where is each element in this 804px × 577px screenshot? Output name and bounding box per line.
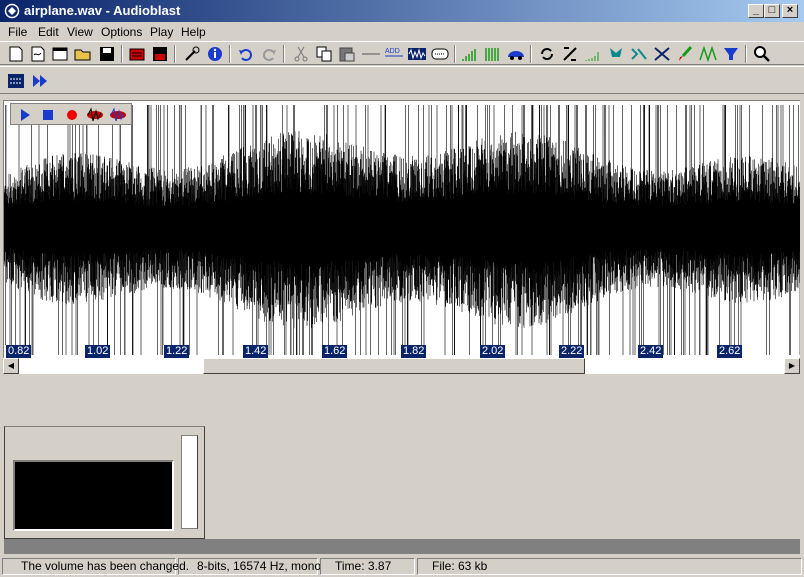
- amplify-icon[interactable]: [483, 44, 503, 64]
- add-icon[interactable]: ADD: [384, 44, 404, 64]
- status-message: The volume has been changed.: [2, 558, 189, 575]
- timeline-label: 2.02: [479, 345, 506, 358]
- minimize-button[interactable]: _: [748, 4, 764, 18]
- folder-open-icon[interactable]: [73, 44, 93, 64]
- copy-icon[interactable]: [314, 44, 334, 64]
- filter-icon[interactable]: [652, 44, 672, 64]
- status-file-size: File: 63 kb: [417, 558, 802, 575]
- fade-out-icon[interactable]: [583, 44, 603, 64]
- transport-controls: [10, 103, 132, 125]
- reverse-icon[interactable]: [560, 44, 580, 64]
- app-icon: [4, 3, 20, 19]
- timeline-label: 1.62: [321, 345, 348, 358]
- timeline-label: 1.42: [242, 345, 269, 358]
- record-left-icon[interactable]: [85, 106, 105, 124]
- scroll-right-button[interactable]: ▶: [784, 358, 800, 374]
- timeline-label: 1.22: [163, 345, 190, 358]
- zigzag-icon[interactable]: [698, 44, 718, 64]
- info-icon[interactable]: [205, 44, 225, 64]
- scroll-left-button[interactable]: ◀: [3, 358, 19, 374]
- window-title: airplane.wav - Audioblast: [24, 3, 181, 18]
- horizontal-scrollbar[interactable]: ◀ ▶: [3, 358, 800, 374]
- echo-icon[interactable]: [629, 44, 649, 64]
- status-time: Time: 3.87: [320, 558, 415, 575]
- timeline-label: 1.02: [84, 345, 111, 358]
- new-window-icon[interactable]: [50, 44, 70, 64]
- maximize-button[interactable]: □: [764, 4, 780, 18]
- menu-options[interactable]: Options: [101, 25, 142, 39]
- record-icon[interactable]: [62, 106, 82, 124]
- line-icon[interactable]: [361, 44, 381, 64]
- mix-icon[interactable]: [430, 44, 450, 64]
- play-icon[interactable]: [15, 106, 35, 124]
- record-right-icon[interactable]: [108, 106, 128, 124]
- scroll-thumb[interactable]: [202, 358, 586, 374]
- svg-text:ADD: ADD: [385, 48, 400, 55]
- toolbar-separator: [174, 45, 176, 63]
- select-all-icon[interactable]: [6, 71, 26, 91]
- status-bar: The volume has been changed. 8-bits, 165…: [0, 556, 804, 577]
- record-file-icon[interactable]: [127, 44, 147, 64]
- volume-slider[interactable]: [181, 435, 198, 529]
- stop-icon[interactable]: [38, 106, 58, 124]
- timeline-label: 2.62: [716, 345, 743, 358]
- main-toolbar: ADD: [0, 41, 804, 65]
- toolbar-separator: [454, 45, 456, 63]
- loop-icon[interactable]: [537, 44, 557, 64]
- fade-in-icon[interactable]: [460, 44, 480, 64]
- timeline-label: 0.82: [5, 345, 32, 358]
- zoom-icon[interactable]: [752, 44, 772, 64]
- tree-icon[interactable]: [606, 44, 626, 64]
- menu-bar: File Edit View Options Play Help: [0, 22, 804, 41]
- timeline-label: 2.42: [637, 345, 664, 358]
- timeline-label: 2.22: [558, 345, 585, 358]
- waveform-trace: [4, 105, 800, 355]
- status-format: 8-bits, 16574 Hz, mono: [178, 558, 321, 575]
- menu-view[interactable]: View: [67, 25, 93, 39]
- funnel-icon[interactable]: [721, 44, 741, 64]
- toolbar-separator: [121, 45, 123, 63]
- open-icon[interactable]: [28, 44, 48, 64]
- toolbar-separator: [283, 45, 285, 63]
- toolbar-separator: [530, 45, 532, 63]
- secondary-toolbar: [0, 66, 804, 94]
- close-button[interactable]: ×: [782, 4, 798, 18]
- timeline-label: 1.82: [400, 345, 427, 358]
- level-meter-display: [13, 460, 174, 531]
- new-icon[interactable]: [6, 44, 26, 64]
- progress-bar: [4, 539, 800, 554]
- save-as-icon[interactable]: [150, 44, 170, 64]
- toolbar-separator: [229, 45, 231, 63]
- waveform-icon[interactable]: [407, 44, 427, 64]
- toolbar-separator: [745, 45, 747, 63]
- brush-icon[interactable]: [675, 44, 695, 64]
- menu-file[interactable]: File: [8, 25, 27, 39]
- cut-icon[interactable]: [291, 44, 311, 64]
- waveform-view[interactable]: 0.82 1.02 1.22 1.42 1.62 1.82 2.02 2.22 2.42 2.62: [3, 100, 800, 358]
- menu-help[interactable]: Help: [181, 25, 206, 39]
- fast-forward-icon[interactable]: [30, 71, 50, 91]
- undo-icon[interactable]: [236, 44, 256, 64]
- menu-play[interactable]: Play: [150, 25, 173, 39]
- menu-edit[interactable]: Edit: [38, 25, 59, 39]
- save-icon[interactable]: [97, 44, 117, 64]
- level-meter-panel: [4, 426, 205, 539]
- redo-icon[interactable]: [259, 44, 279, 64]
- title-bar: airplane.wav - Audioblast _ □ ×: [0, 0, 804, 22]
- magic-wand-icon[interactable]: [182, 44, 202, 64]
- car-icon[interactable]: [506, 44, 526, 64]
- paste-icon[interactable]: [337, 44, 357, 64]
- waveform: [4, 105, 800, 355]
